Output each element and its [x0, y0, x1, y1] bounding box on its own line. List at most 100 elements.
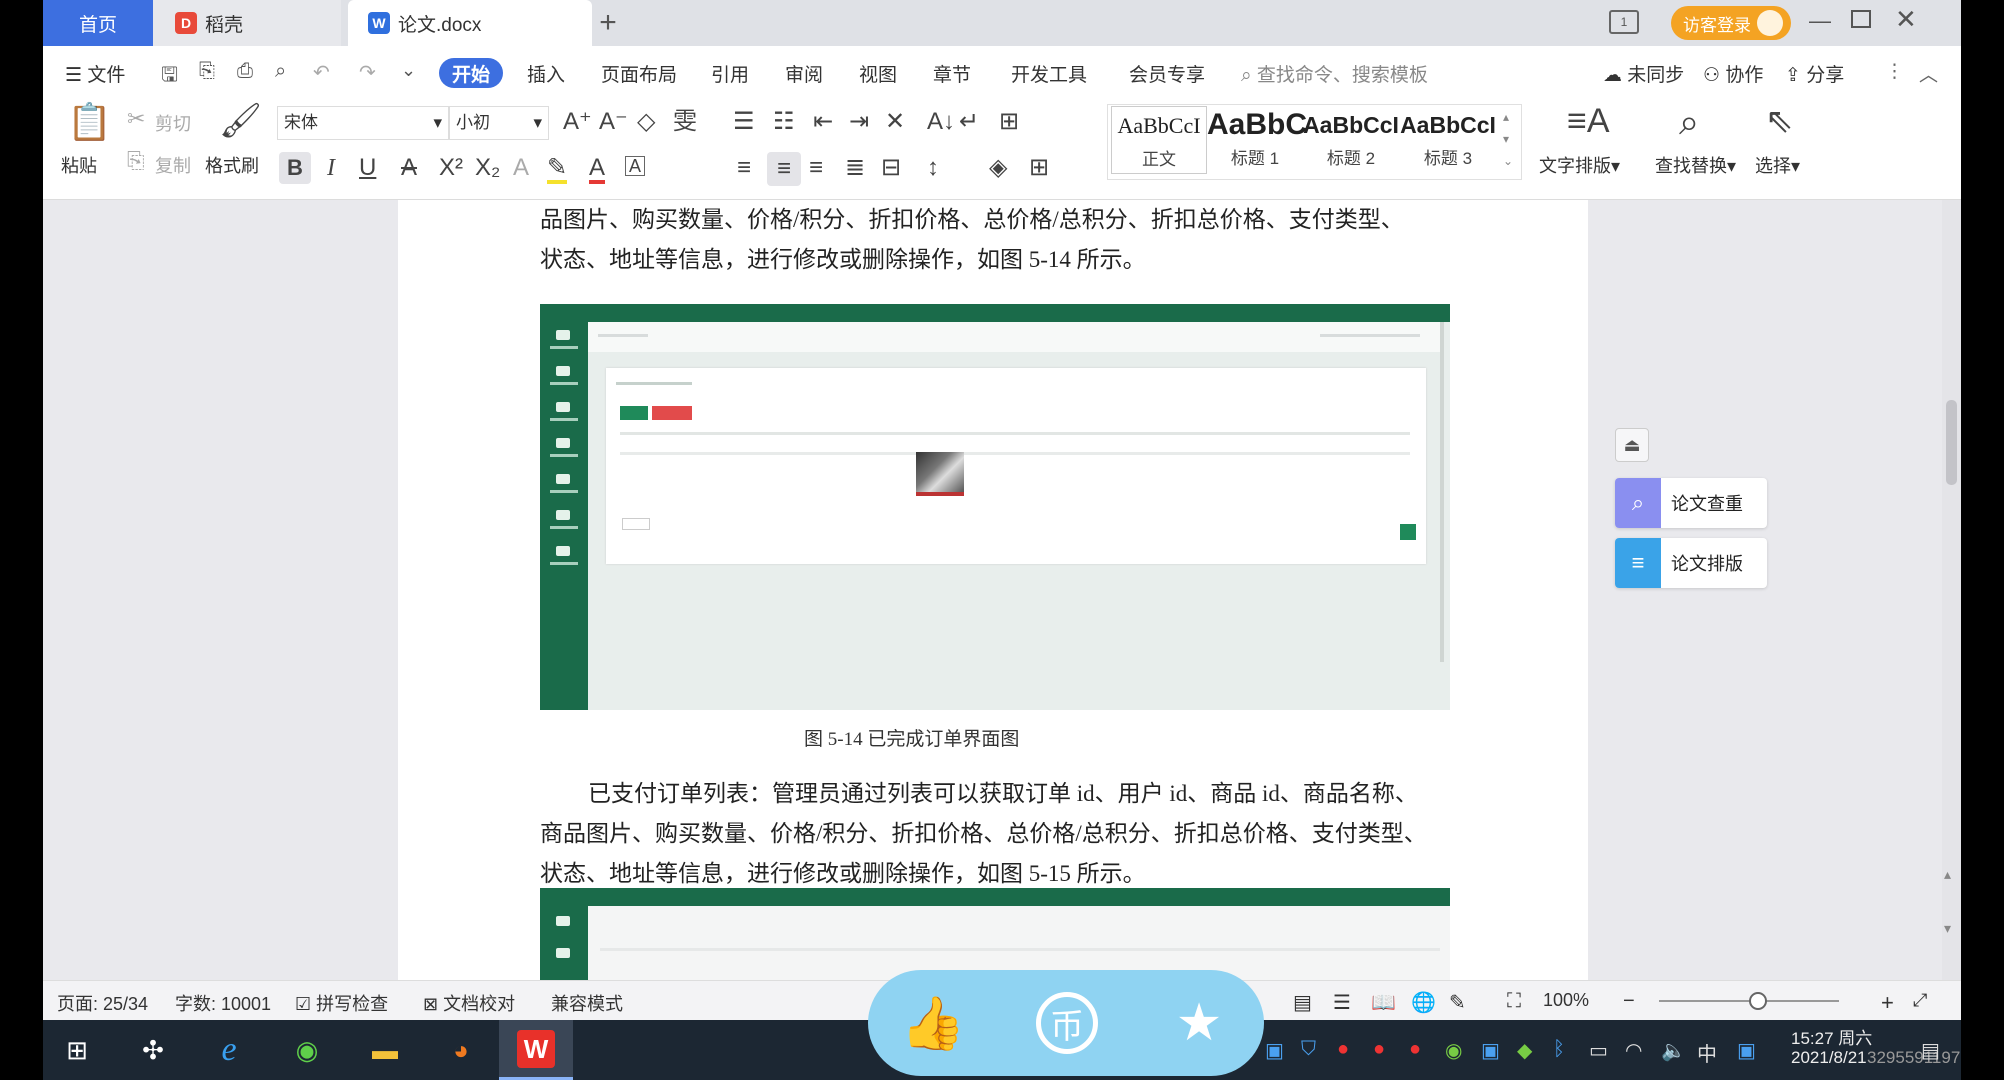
copy-icon[interactable]: ⎘ — [127, 150, 145, 172]
ie-browser-icon[interactable]: e — [209, 1030, 249, 1070]
notification-icon[interactable]: ▤ — [1921, 1038, 1940, 1063]
text-effect-icon[interactable]: A — [513, 156, 529, 180]
app-monkey-icon[interactable]: ◕ — [441, 1030, 481, 1070]
tray-qq-icon[interactable]: ● — [1409, 1038, 1421, 1061]
clock-time[interactable]: 15:27 周六 — [1791, 1024, 1872, 1049]
collapse-ribbon-icon[interactable]: ︿ — [1919, 60, 1938, 87]
copy-button[interactable]: 复制 — [155, 152, 191, 178]
scroll-down-icon[interactable]: ▾ — [1944, 920, 1951, 937]
styles-scroll-icon[interactable]: ▴ ▾ ⌄ — [1503, 106, 1513, 172]
table-tools-icon[interactable]: ⊞ — [999, 110, 1019, 134]
new-tab-button[interactable]: + — [583, 0, 633, 46]
underline-icon[interactable]: U — [359, 156, 376, 180]
window-layout-icon[interactable]: 1 — [1609, 10, 1639, 34]
clock-date[interactable]: 2021/8/21 — [1791, 1048, 1867, 1068]
spell-check-button[interactable]: ☑ 拼写检查 — [295, 990, 388, 1016]
font-name-select[interactable]: 宋体 ▾ — [277, 106, 449, 140]
figure-5-14-image[interactable] — [540, 304, 1450, 710]
menu-page-layout[interactable]: 页面布局 — [601, 60, 677, 87]
tab-home[interactable]: 首页 — [43, 0, 153, 46]
thumbs-up-icon[interactable]: 👍 — [898, 988, 968, 1058]
style-normal[interactable]: AaBbCcI 正文 — [1111, 106, 1207, 174]
pen-icon[interactable]: ✎ — [1449, 990, 1466, 1015]
find-replace-icon[interactable]: ⌕ — [1679, 104, 1699, 140]
outdent-icon[interactable]: ⇤ — [813, 110, 833, 134]
bold-icon[interactable]: B — [279, 152, 311, 184]
zoom-level[interactable]: 100% — [1543, 990, 1589, 1011]
justify-icon[interactable]: ≣ — [845, 156, 865, 180]
sort-icon[interactable]: A↓ — [927, 110, 955, 134]
style-heading-3[interactable]: AaBbCcI 标题 3 — [1399, 106, 1497, 174]
text-layout-button[interactable]: 文字排版▾ — [1539, 152, 1620, 178]
battery-icon[interactable]: ▭ — [1589, 1038, 1608, 1063]
tab-document[interactable]: W 论文.docx — [348, 0, 592, 46]
preview-icon[interactable]: ⌕ — [275, 60, 286, 83]
tray-qq-icon[interactable]: ● — [1373, 1038, 1385, 1061]
browser-360-icon[interactable]: ◉ — [287, 1030, 327, 1070]
align-center-icon[interactable]: ≡ — [767, 152, 801, 186]
minimize-icon[interactable]: — — [1809, 8, 1831, 34]
zoom-in-icon[interactable]: + — [1881, 990, 1894, 1016]
zoom-out-icon[interactable]: − — [1623, 990, 1635, 1013]
subscript-icon[interactable]: X₂ — [475, 156, 500, 180]
share-button[interactable]: ⇪ 分享 — [1785, 60, 1844, 87]
tray-nvidia-icon[interactable]: ◆ — [1517, 1038, 1532, 1063]
undo-icon[interactable]: ↶ — [313, 60, 330, 85]
strikethrough-icon[interactable]: A — [401, 156, 417, 180]
select-cursor-icon[interactable]: ⇖ — [1765, 104, 1794, 138]
text-layout-icon[interactable]: ≡A — [1567, 104, 1610, 138]
menu-developer[interactable]: 开发工具 — [1011, 60, 1087, 87]
thesis-layout-button[interactable]: ≡ 论文排版 — [1615, 538, 1767, 588]
menu-view[interactable]: 视图 — [859, 60, 897, 87]
volume-icon[interactable]: 🔈 — [1661, 1038, 1686, 1063]
paste-button[interactable]: 粘贴 — [61, 152, 97, 178]
line-spacing-icon[interactable]: ↕ — [927, 156, 939, 180]
shading-icon[interactable]: ◈ — [989, 156, 1007, 180]
document-page[interactable]: 品图片、购买数量、价格/积分、折扣价格、总价格/总积分、折扣总价格、支付类型、 … — [398, 200, 1588, 980]
find-replace-button[interactable]: 查找替换▾ — [1655, 152, 1736, 178]
vertical-scrollbar[interactable]: ▴ ▾ — [1942, 200, 1961, 980]
font-size-select[interactable]: 小初 ▾ — [449, 106, 549, 140]
paste-icon[interactable]: 📋 — [67, 104, 112, 140]
more-icon[interactable]: ⋮ — [1885, 60, 1904, 83]
cut-icon[interactable]: ✂ — [127, 108, 145, 130]
command-search[interactable]: ⌕ 查找命令、搜索模板 — [1241, 60, 1428, 87]
scroll-up-icon[interactable]: ▴ — [1944, 866, 1951, 883]
customize-dropdown-icon[interactable]: ⌄ — [401, 60, 416, 81]
thesis-check-button[interactable]: ⌕ 论文查重 — [1615, 478, 1767, 528]
figure-5-15-image[interactable] — [540, 888, 1450, 980]
menu-review[interactable]: 审阅 — [785, 60, 823, 87]
format-painter-button[interactable]: 格式刷 — [205, 152, 259, 178]
fullscreen-icon[interactable]: ⤢ — [1913, 990, 1927, 1011]
scrollbar-thumb[interactable] — [1946, 400, 1957, 485]
select-button[interactable]: 选择▾ — [1755, 152, 1800, 178]
chinese-layout-icon[interactable]: ✕ — [885, 110, 905, 134]
style-heading-2[interactable]: AaBbCcI 标题 2 — [1303, 106, 1399, 174]
indent-icon[interactable]: ⇥ — [849, 110, 869, 134]
print-icon[interactable]: ⎙ — [237, 60, 253, 83]
grow-font-icon[interactable]: A⁺ — [563, 110, 592, 134]
tab-daoke[interactable]: D 稻壳 — [153, 0, 341, 46]
distributed-icon[interactable]: ⊟ — [881, 156, 901, 180]
italic-icon[interactable]: I — [327, 156, 335, 180]
char-border-icon[interactable]: A — [625, 156, 646, 176]
cut-button[interactable]: 剪切 — [155, 110, 191, 136]
star-icon[interactable]: ★ — [1164, 988, 1234, 1058]
show-marks-icon[interactable]: ↵ — [959, 110, 979, 134]
ime-indicator[interactable]: 中 — [1697, 1038, 1717, 1067]
style-heading-1[interactable]: AaBbC 标题 1 — [1207, 106, 1307, 174]
align-right-icon[interactable]: ≡ — [809, 156, 823, 180]
sync-status[interactable]: ☁ 未同步 — [1603, 60, 1684, 87]
phonetic-icon[interactable]: 雯 — [673, 110, 697, 134]
align-left-icon[interactable]: ≡ — [737, 156, 751, 180]
tray-app-icon[interactable]: ▣ — [1737, 1038, 1756, 1063]
word-count[interactable]: 字数: 10001 — [175, 990, 271, 1016]
tray-green-icon[interactable]: ◉ — [1445, 1038, 1462, 1063]
reading-view-icon[interactable]: 📖 — [1371, 990, 1396, 1015]
wifi-icon[interactable]: ◠ — [1625, 1038, 1642, 1063]
document-proof-button[interactable]: ⊠ 文档校对 — [423, 990, 515, 1016]
menu-references[interactable]: 引用 — [711, 60, 749, 87]
coin-icon[interactable]: 币 — [1032, 988, 1102, 1058]
app-swirl-icon[interactable]: ✣ — [133, 1030, 173, 1070]
guest-login-button[interactable]: 访客登录 — [1671, 6, 1791, 40]
